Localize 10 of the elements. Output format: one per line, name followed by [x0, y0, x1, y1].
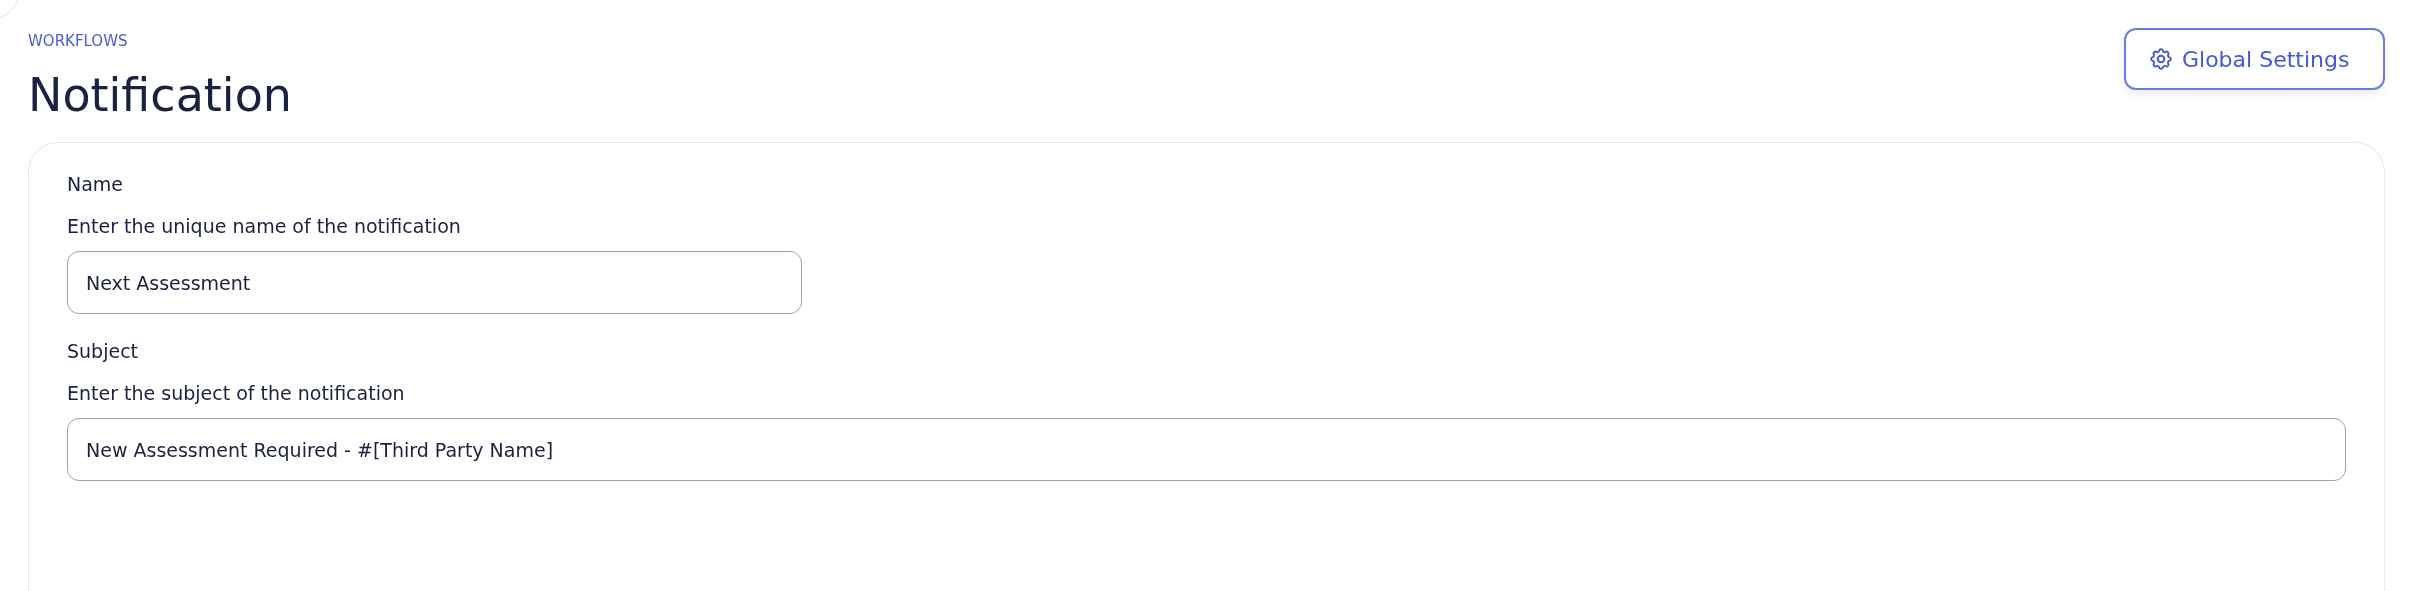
field-label: Subject	[67, 340, 139, 362]
breadcrumb-link[interactable]: WORKFLOWS	[28, 32, 128, 50]
field-description: Enter the subject of the notification	[67, 382, 405, 404]
settings-icon	[2148, 46, 2174, 72]
text-field[interactable]: New Assessment Required - #[Third Party Name]	[67, 418, 2346, 481]
global-settings-button[interactable]: Global Settings	[2124, 28, 2385, 90]
page-title: Notification	[28, 72, 292, 118]
field-label: Name	[67, 173, 124, 195]
text-field[interactable]: Next Assessment	[67, 251, 802, 314]
field-description: Enter the unique name of the notification	[67, 215, 461, 237]
